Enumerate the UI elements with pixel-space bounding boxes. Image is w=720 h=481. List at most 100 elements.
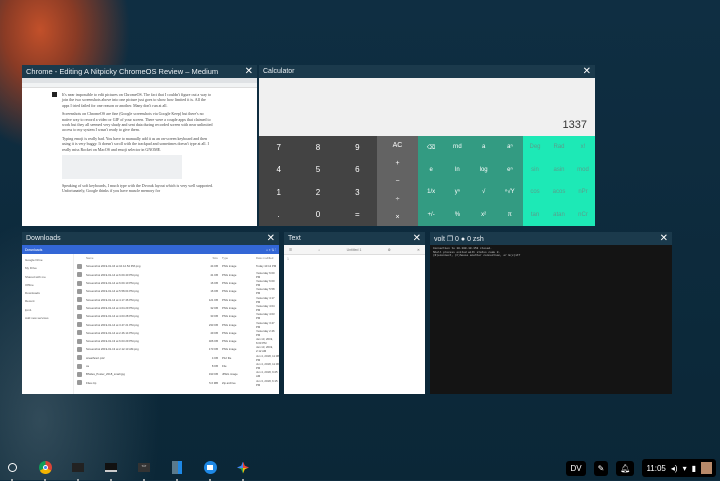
- calc-key[interactable]: asin: [553, 167, 564, 173]
- notification-bell-icon[interactable]: 🔔︎: [616, 460, 635, 476]
- sidebar-item[interactable]: lpm1: [25, 308, 70, 316]
- sidebar-item[interactable]: Downloads: [25, 291, 70, 299]
- tab-untitled[interactable]: Untitled 1: [347, 248, 362, 252]
- search-icon[interactable]: ⌕: [318, 248, 320, 252]
- sidebar-item[interactable]: Offline: [25, 283, 70, 291]
- calc-key[interactable]: ÷: [396, 196, 400, 203]
- file-row[interactable]: Screenshot 2019-01-14 at 6.00.10 PM.png 1…: [74, 279, 279, 287]
- calc-key[interactable]: 0: [316, 210, 320, 219]
- window-downloads[interactable]: Downloads ✕ Downloads ⌕ ▪ ⇅ ⋮ Google Drive…: [22, 232, 279, 394]
- calc-key[interactable]: acos: [553, 189, 566, 195]
- file-row[interactable]: wreathcert.p12 4 KB P12 file Jun 4, 2018, 1…: [74, 354, 279, 362]
- calc-key[interactable]: x!: [581, 144, 586, 150]
- sidebar-item[interactable]: My Drive: [25, 266, 70, 274]
- settings-icon[interactable]: ⚙: [388, 248, 391, 252]
- calc-key[interactable]: 1: [276, 188, 280, 197]
- calc-key[interactable]: =: [355, 210, 360, 219]
- close-icon[interactable]: ✕: [660, 233, 668, 244]
- file-row[interactable]: Screenshot 2019-01-14 at 6.00.40 PM.png 4…: [74, 271, 279, 279]
- launcher-button[interactable]: [4, 460, 20, 481]
- file-row[interactable]: Screenshot 2019-01-14 at 4.04.29 PM.png 3…: [74, 304, 279, 312]
- status-area[interactable]: 11:05 ◂) ▾ ▮: [642, 459, 716, 477]
- ime-indicator[interactable]: DV: [566, 460, 586, 476]
- stylus-icon[interactable]: ✎: [593, 460, 609, 476]
- search-icon[interactable]: ⌕ ▪ ⇅ ⋮: [266, 248, 276, 252]
- calc-key[interactable]: 3: [355, 188, 359, 197]
- terminal-output[interactable]: Connection to 10.100.10.152 closed. Shel…: [430, 245, 672, 394]
- shelf-app-files[interactable]: [202, 460, 218, 481]
- calc-key[interactable]: 8: [316, 143, 320, 152]
- calc-key[interactable]: tan: [531, 212, 539, 218]
- calc-key[interactable]: 4: [276, 165, 280, 174]
- calc-key[interactable]: a: [482, 144, 485, 150]
- close-icon[interactable]: ✕: [245, 66, 253, 77]
- calc-key[interactable]: π: [508, 212, 512, 218]
- calc-key[interactable]: rnd: [453, 144, 462, 150]
- shelf-app-terminal[interactable]: [103, 460, 119, 481]
- calc-key[interactable]: x²: [481, 212, 486, 218]
- file-row[interactable]: Screenshot 2019-01-14 at 3.47.21 PM.png 2…: [74, 320, 279, 329]
- shelf-app-photos[interactable]: [235, 460, 251, 481]
- calc-key[interactable]: Deg: [529, 144, 540, 150]
- file-row[interactable]: Screenshot 2019-01-14 at 2.46.14 PM.png 4…: [74, 329, 279, 337]
- file-row[interactable]: Screenshot 2019-01-14 at 4.03.28 PM.png 3…: [74, 312, 279, 320]
- calc-key[interactable]: ⌫: [427, 144, 435, 151]
- calc-key[interactable]: yⁿ: [455, 189, 460, 195]
- close-icon[interactable]: ✕: [583, 66, 591, 77]
- file-row[interactable]: Screenshot 2019-01-16 at 10.12.52 PM.png…: [74, 262, 279, 270]
- calc-key[interactable]: 6: [355, 165, 359, 174]
- close-icon[interactable]: ✕: [413, 233, 421, 244]
- menu-icon[interactable]: ☰: [289, 248, 292, 252]
- calc-key[interactable]: sin: [531, 167, 539, 173]
- calc-key[interactable]: log: [480, 167, 488, 173]
- file-row[interactable]: Screenshot 2019-01-13 at 6.03.29 PM.png 4…: [74, 337, 279, 345]
- calc-key[interactable]: mod: [577, 167, 589, 173]
- calc-key[interactable]: %: [455, 212, 460, 218]
- column-name[interactable]: Name: [86, 256, 196, 260]
- calc-key[interactable]: √: [482, 189, 485, 195]
- sidebar-item[interactable]: Shared with me: [25, 275, 70, 283]
- calc-key[interactable]: 5: [316, 165, 320, 174]
- column-size[interactable]: Size: [196, 256, 218, 260]
- calc-key[interactable]: −: [395, 178, 399, 185]
- window-terminal[interactable]: volt ❐ 0 ● 0 zsh ✕ Connection to 10.100.1…: [430, 232, 672, 394]
- calc-key[interactable]: nPr: [578, 189, 587, 195]
- file-row[interactable]: Screenshot 2019-01-14 at 4.17.46 PM.png 1…: [74, 295, 279, 304]
- calc-key[interactable]: e: [429, 167, 432, 173]
- sidebar-item[interactable]: Add new services: [25, 316, 70, 324]
- shelf-app-chrome[interactable]: [37, 460, 53, 481]
- sidebar-item[interactable]: Google Drive: [25, 258, 70, 266]
- calc-key[interactable]: ln: [455, 167, 460, 173]
- window-chrome[interactable]: Chrome - Editing A Nitpicky ChromeOS Rev…: [22, 65, 257, 226]
- calc-key[interactable]: nCr: [578, 212, 588, 218]
- calc-key[interactable]: 2: [316, 188, 320, 197]
- calc-key[interactable]: atan: [553, 212, 565, 218]
- calc-key[interactable]: +/-: [428, 212, 435, 218]
- calc-key[interactable]: ⁿ√Y: [505, 189, 514, 195]
- file-row[interactable]: Screenshot 2019-01-14 at 5.58.04 PM.png 1…: [74, 287, 279, 295]
- tab-close-icon[interactable]: ✕: [417, 248, 420, 252]
- file-row[interactable]: BSides_Poster_2018_small.jpg 193 KB JPEG i…: [74, 370, 279, 378]
- calc-key[interactable]: eⁿ: [507, 167, 513, 173]
- file-row[interactable]: Files.zip 5.6 MB Zip archive Jun 3, 2018, 6…: [74, 378, 279, 387]
- window-calculator[interactable]: Calculator ✕ 1337 7 8 9 4 5 6 1 2 3. 0 = AC + − ÷ × ⌫ rn…: [259, 65, 595, 226]
- shelf-app-calculator[interactable]: [169, 460, 185, 481]
- close-icon[interactable]: ✕: [267, 233, 275, 244]
- calc-key[interactable]: Rad: [553, 144, 564, 150]
- file-row[interactable]: ca 8 KB File Jun 4, 2018, 11:30 PM: [74, 362, 279, 370]
- calc-key[interactable]: ×: [395, 214, 399, 221]
- calc-key[interactable]: 9: [355, 143, 359, 152]
- column-type[interactable]: Type: [218, 256, 256, 260]
- sidebar-item[interactable]: Recent: [25, 299, 70, 307]
- calc-key[interactable]: 7: [276, 143, 280, 152]
- file-row[interactable]: Screenshot 2019-01-13 at 2.12.13 AM.png 1…: [74, 345, 279, 353]
- calc-key[interactable]: AC: [393, 142, 403, 149]
- calc-key[interactable]: cos: [530, 189, 539, 195]
- window-text[interactable]: Text ✕ ☰ ⌕ Untitled 1 ⚙ ✕ 1: [284, 232, 425, 394]
- calc-key[interactable]: aⁿ: [507, 144, 513, 150]
- calc-key[interactable]: 1/x: [427, 189, 435, 195]
- column-date[interactable]: Date modified: [256, 256, 279, 260]
- shelf-app-ssh[interactable]: <>: [136, 460, 152, 481]
- shelf-app-crosh[interactable]: [70, 460, 86, 481]
- calc-key[interactable]: .: [278, 210, 280, 219]
